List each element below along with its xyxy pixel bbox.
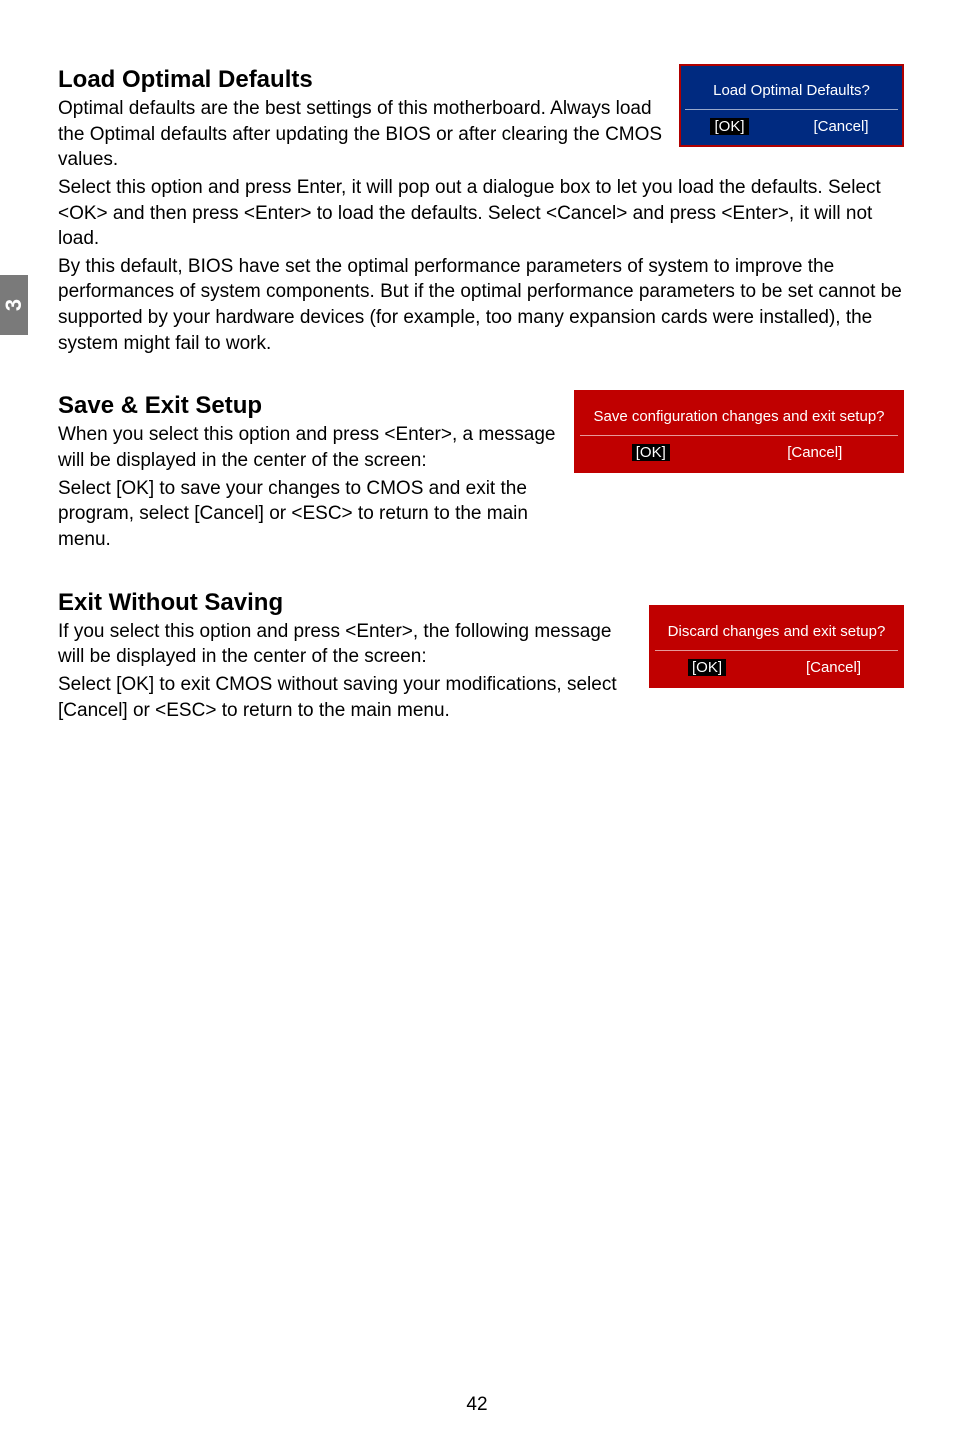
dialog-button-row: [OK] [Cancel] [655, 651, 898, 682]
dialog-load-optimal-defaults: Load Optimal Defaults? [OK] [Cancel] [679, 64, 904, 147]
section-load-optimal-defaults: Load Optimal Defaults? [OK] [Cancel] Loa… [58, 60, 904, 358]
dialog-inner: Load Optimal Defaults? [OK] [Cancel] [685, 70, 898, 141]
dialog-title: Discard changes and exit setup? [655, 611, 898, 651]
page-number: 42 [0, 1394, 954, 1416]
page-content: Load Optimal Defaults? [OK] [Cancel] Loa… [58, 60, 904, 725]
chapter-number: 3 [1, 299, 27, 311]
ok-button[interactable]: [OK] [688, 659, 726, 676]
cancel-button[interactable]: [Cancel] [802, 659, 865, 676]
dialog-title: Load Optimal Defaults? [685, 70, 898, 110]
para: By this default, BIOS have set the optim… [58, 254, 904, 357]
para: Select [OK] to exit CMOS without saving … [58, 672, 668, 723]
dialog-title: Save configuration changes and exit setu… [580, 396, 898, 436]
dialog-inner: Save configuration changes and exit setu… [580, 396, 898, 467]
para: Select [OK] to save your changes to CMOS… [58, 476, 568, 553]
ok-button[interactable]: [OK] [632, 444, 670, 461]
para: Select this option and press Enter, it w… [58, 175, 904, 252]
dialog-inner: Discard changes and exit setup? [OK] [Ca… [655, 611, 898, 682]
cancel-button[interactable]: [Cancel] [783, 444, 846, 461]
dialog-button-row: [OK] [Cancel] [685, 110, 898, 141]
page: 3 Load Optimal Defaults? [OK] [Cancel] L… [0, 0, 954, 1452]
dialog-exit-without-saving: Discard changes and exit setup? [OK] [Ca… [649, 605, 904, 688]
para: When you select this option and press <E… [58, 422, 568, 473]
cancel-button[interactable]: [Cancel] [809, 118, 872, 135]
section-save-exit-setup: Save configuration changes and exit setu… [58, 386, 904, 554]
para: If you select this option and press <Ent… [58, 619, 668, 670]
ok-button[interactable]: [OK] [710, 118, 748, 135]
dialog-button-row: [OK] [Cancel] [580, 436, 898, 467]
chapter-tab: 3 [0, 275, 28, 335]
section-exit-without-saving: Discard changes and exit setup? [OK] [Ca… [58, 583, 904, 726]
dialog-save-exit: Save configuration changes and exit setu… [574, 390, 904, 473]
